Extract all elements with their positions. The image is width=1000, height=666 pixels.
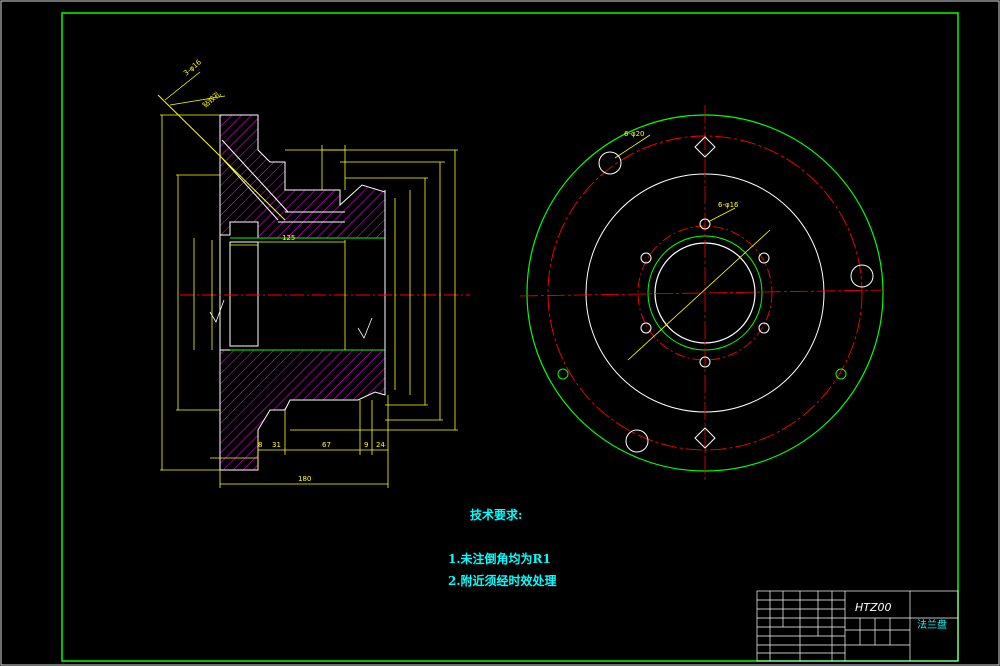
inner-hole: [640, 322, 652, 334]
dim-len-31: 31: [272, 441, 281, 449]
bolt-hole: [625, 429, 649, 453]
cad-drawing-sheet: 3-φ16 钻铰孔 180 67 31 24 9 8 125 6-φ20 6-φ…: [0, 0, 1000, 666]
dim-inner-holes: 6-φ16: [718, 201, 739, 209]
drawing-canvas: 3-φ16 钻铰孔 180 67 31 24 9 8 125 6-φ20 6-φ…: [0, 0, 1000, 666]
small-hole: [835, 368, 847, 380]
bore-recess: [229, 241, 259, 347]
dim-oblique-hole: 3-φ16: [182, 58, 203, 78]
tech-note-1: 1.未注倒角均为R1: [448, 551, 551, 566]
dim-len-24: 24: [376, 441, 385, 449]
tech-note-2: 2.附近须经时效处理: [448, 573, 557, 588]
section-view: 3-φ16 钻铰孔 180 67 31 24 9 8 125: [157, 58, 470, 488]
hole-leader-inner: [707, 207, 736, 223]
dim-overall-len: 180: [298, 475, 311, 483]
diameter-leader: [627, 229, 771, 361]
surface-finish-mark-2: [357, 317, 373, 339]
dim-len-9: 9: [364, 441, 368, 449]
front-view: [519, 105, 886, 480]
center-h: [519, 289, 886, 297]
title-material: HTZ00: [855, 601, 892, 614]
dim-len-8: 8: [258, 441, 262, 449]
dim-len-67: 67: [322, 441, 331, 449]
dim-bolt-holes-top: 6-φ20: [624, 130, 645, 138]
small-hole: [557, 368, 569, 380]
dim-bore-len: 125: [282, 234, 295, 242]
tech-requirements-title: 技术要求:: [470, 507, 522, 522]
title-part-name: 法兰盘: [917, 618, 947, 631]
hatch-upper: [219, 114, 386, 239]
hole-leader-top: [614, 134, 651, 159]
